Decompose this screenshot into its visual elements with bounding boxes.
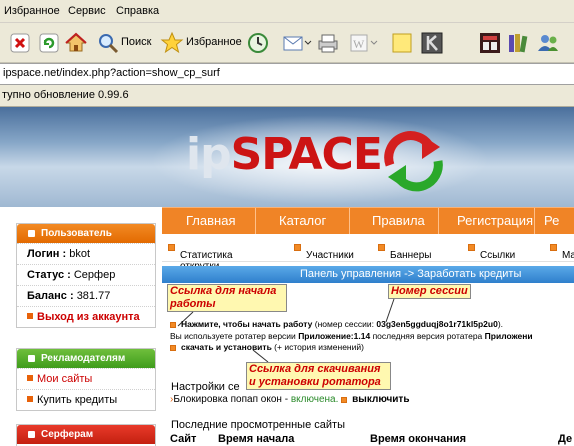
download-link[interactable]: скачать и установить: [181, 342, 272, 352]
info-bar[interactable]: тупно обновление 0.99.6: [0, 85, 574, 107]
square-bullet-icon: [550, 244, 557, 251]
subnav-more[interactable]: Ma: [550, 242, 574, 261]
menu-help[interactable]: Справка: [116, 5, 159, 17]
my-sites-link[interactable]: Мои сайты: [17, 368, 155, 389]
home-icon[interactable]: [64, 31, 88, 55]
settings-title: Настройки се: [171, 381, 240, 393]
subnav-links[interactable]: Ссылки: [468, 242, 515, 261]
note-icon[interactable]: [390, 31, 414, 55]
sub-nav: Статистика открутки Участники Баннеры Сс…: [162, 234, 574, 272]
bullet-icon: [28, 355, 35, 362]
address-url: ipspace.net/index.php?action=show_cp_sur…: [3, 67, 220, 79]
nav-home[interactable]: Главная: [186, 213, 235, 228]
users-icon[interactable]: [536, 31, 560, 55]
site-banner: ipSPACE: [0, 107, 574, 207]
login-row: Логин : bkot: [17, 243, 155, 264]
col-site: Сайт: [170, 433, 197, 445]
annotation-download-link: Ссылка для скачивания и установки ротато…: [246, 362, 391, 390]
square-bullet-icon: [378, 244, 385, 251]
favorites-button[interactable]: Избранное: [160, 31, 242, 55]
square-bullet-icon: [170, 322, 176, 328]
col-end-time: Время окончания: [370, 433, 467, 445]
panel-title: Панель управления -> Заработать кредиты: [300, 268, 522, 280]
nav-separator: [438, 208, 439, 235]
recent-sites-title: Последние просмотренные сайты: [171, 419, 345, 431]
edit-icon[interactable]: W: [348, 31, 378, 55]
bullet-icon: [28, 431, 35, 438]
svg-text:W: W: [353, 37, 365, 51]
favorites-label: Избранное: [186, 36, 242, 48]
arrow-bullet-icon: [27, 375, 33, 381]
subnav-banners[interactable]: Баннеры: [378, 242, 431, 261]
start-work-link[interactable]: Нажмите, чтобы начать работу: [181, 319, 312, 329]
session-id: 03g3en5ggduqj8o1r71kl5p2u0: [376, 319, 498, 329]
square-bullet-icon: [468, 244, 475, 251]
info-text: тупно обновление 0.99.6: [2, 89, 129, 101]
search-button[interactable]: Поиск: [97, 31, 155, 55]
nav-separator: [255, 208, 256, 235]
start-work-row: Нажмите, чтобы начать работу (номер сесс…: [170, 319, 574, 329]
site-logo: ipSPACE: [186, 129, 383, 180]
menu-favorites[interactable]: Избранное: [4, 5, 60, 17]
search-label: Поиск: [121, 36, 152, 48]
subnav-rotation-stats[interactable]: Статистика открутки: [168, 242, 233, 272]
popup-block-row: ›Блокировка попап окон - включена. выклю…: [170, 394, 410, 405]
history-link[interactable]: (+ история изменений): [274, 342, 364, 352]
square-bullet-icon: [168, 244, 175, 251]
square-bullet-icon: [341, 397, 348, 403]
arrow-bullet-icon: [27, 313, 33, 319]
download-row: скачать и установить (+ история изменени…: [170, 342, 574, 352]
user-panel: Пользователь Логин : bkot Статус : Серфе…: [16, 223, 156, 328]
nav-rules[interactable]: Правила: [372, 213, 425, 228]
refresh-arrows-logo-icon: [384, 131, 443, 192]
subnav-members[interactable]: Участники: [294, 242, 354, 261]
balance-row: Баланс : 381.77: [17, 285, 155, 306]
window-icon[interactable]: [478, 31, 502, 55]
nav-catalog[interactable]: Каталог: [279, 213, 326, 228]
status-row: Статус : Серфер: [17, 264, 155, 285]
main-nav: Главная Каталог Правила Регистрация Ре: [162, 207, 574, 235]
nav-registration[interactable]: Регистрация: [457, 213, 533, 228]
arrow-bullet-icon: [27, 396, 33, 402]
bullet-icon: [28, 230, 35, 237]
address-bar[interactable]: ipspace.net/index.php?action=show_cp_sur…: [0, 63, 574, 85]
advertisers-panel: Рекламодателям Мои сайты Купить кредиты: [16, 348, 156, 411]
history-icon[interactable]: [246, 31, 270, 55]
panel-title-bar: Панель управления -> Заработать кредиты: [162, 266, 574, 283]
books-icon[interactable]: [506, 31, 530, 55]
square-bullet-icon: [294, 244, 301, 251]
recent-sites-header: Сайт Время начала Время окончания Де: [170, 433, 574, 445]
popup-block-state: включена.: [290, 394, 339, 405]
surfers-panel: Серферам: [16, 424, 156, 446]
square-bullet-icon: [170, 345, 176, 351]
logout-link[interactable]: Выход из аккаунта: [17, 306, 155, 327]
menu-tools[interactable]: Сервис: [68, 5, 106, 17]
col-extra: Де: [558, 433, 573, 445]
surfers-panel-header: Серферам: [17, 425, 155, 444]
nav-separator: [534, 208, 535, 235]
mail-icon[interactable]: [282, 31, 312, 55]
version-row: Вы используете ротатер версии Приложение…: [170, 331, 533, 341]
k-icon[interactable]: [420, 31, 444, 55]
stop-icon[interactable]: [8, 31, 32, 55]
menu-bar: Избранное Сервис Справка: [0, 0, 574, 23]
buy-credits-link[interactable]: Купить кредиты: [17, 389, 155, 410]
nav-more[interactable]: Ре: [544, 213, 559, 228]
print-icon[interactable]: [316, 31, 340, 55]
col-start-time: Время начала: [218, 433, 295, 445]
refresh-icon[interactable]: [37, 31, 61, 55]
browser-toolbar: Поиск Избранное W: [0, 23, 574, 63]
user-panel-header: Пользователь: [17, 224, 155, 243]
advertisers-panel-header: Рекламодателям: [17, 349, 155, 368]
nav-separator: [349, 208, 350, 235]
popup-block-toggle[interactable]: выключить: [352, 394, 409, 405]
